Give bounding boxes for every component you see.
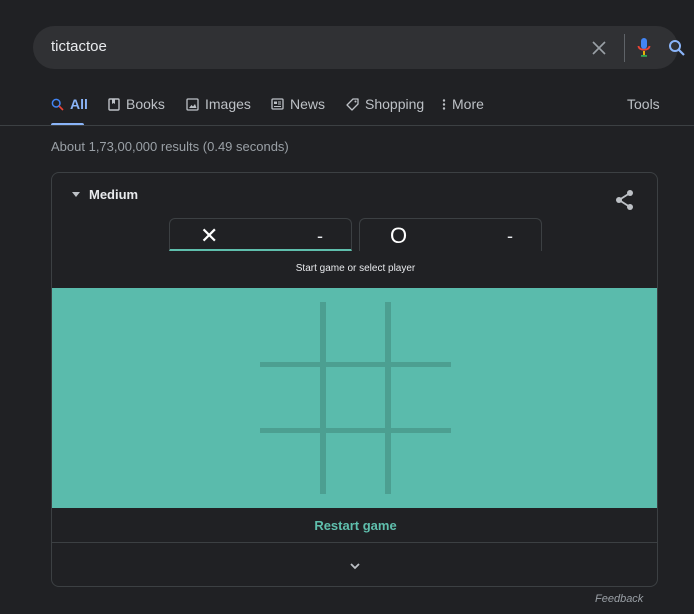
- tab-label: All: [70, 96, 88, 112]
- feedback-link[interactable]: Feedback: [595, 593, 643, 605]
- microphone-icon: [637, 38, 651, 57]
- tools-button[interactable]: Tools: [627, 96, 660, 112]
- search-icon: [669, 40, 685, 56]
- image-icon: [186, 97, 199, 111]
- chevron-down-icon: [350, 563, 360, 570]
- board-cell[interactable]: [326, 367, 385, 428]
- tab-all[interactable]: All: [51, 96, 88, 112]
- close-icon: [592, 41, 606, 55]
- tab-shopping[interactable]: Shopping: [346, 96, 424, 112]
- expand-button[interactable]: [345, 559, 365, 573]
- tab-books[interactable]: Books: [108, 96, 165, 112]
- search-tabs: All Books Images News Shopping More Tool…: [0, 92, 694, 126]
- share-icon: [616, 190, 633, 210]
- search-button[interactable]: [665, 36, 689, 60]
- player-x-button[interactable]: ✕ -: [169, 218, 352, 251]
- tabs-divider: [0, 125, 694, 126]
- tab-label: News: [290, 96, 326, 112]
- restart-game-button[interactable]: Restart game: [52, 508, 657, 542]
- search-input[interactable]: tictactoe: [51, 38, 107, 55]
- board-cell[interactable]: [391, 367, 451, 428]
- tab-news[interactable]: News: [271, 96, 325, 112]
- board-cell[interactable]: [260, 367, 320, 428]
- newspaper-icon: [271, 98, 284, 110]
- difficulty-label: Medium: [89, 187, 139, 202]
- search-icon: [51, 98, 64, 111]
- tab-label: Shopping: [365, 96, 425, 112]
- player-x-score: -: [317, 226, 323, 246]
- vertical-dots-icon: [442, 98, 446, 110]
- game-board[interactable]: [52, 288, 657, 508]
- caret-down-icon: [72, 192, 80, 197]
- board-cell[interactable]: [391, 302, 451, 362]
- game-status-text: Start game or select player: [295, 263, 416, 274]
- player-o-button[interactable]: O -: [359, 218, 542, 251]
- tab-images[interactable]: Images: [186, 96, 251, 112]
- player-x-mark: ✕: [200, 223, 219, 248]
- result-stats: About 1,73,00,000 results (0.49 seconds): [51, 139, 289, 154]
- board-cell[interactable]: [326, 433, 385, 494]
- difficulty-dropdown[interactable]: Medium: [72, 187, 138, 202]
- share-button[interactable]: [615, 189, 635, 211]
- tools-label: Tools: [627, 96, 660, 112]
- board-cell[interactable]: [391, 433, 451, 494]
- tag-icon: [346, 97, 359, 111]
- tab-more[interactable]: More: [442, 96, 484, 112]
- book-icon: [108, 97, 120, 111]
- clear-search-button[interactable]: [588, 37, 610, 59]
- voice-search-button[interactable]: [632, 35, 656, 61]
- tab-label: Images: [205, 96, 251, 112]
- search-bar-divider: [624, 34, 625, 62]
- card-divider: [52, 542, 657, 543]
- tab-label: Books: [126, 96, 165, 112]
- board-cell[interactable]: [260, 302, 320, 362]
- search-bar[interactable]: tictactoe: [33, 26, 685, 69]
- tab-label: More: [452, 96, 484, 112]
- player-o-mark: O: [390, 223, 408, 248]
- player-o-score: -: [507, 226, 513, 246]
- board-cell[interactable]: [326, 302, 385, 362]
- board-cell[interactable]: [260, 433, 320, 494]
- tictactoe-game-card: Medium ✕ - O - Start game or select play…: [51, 172, 658, 587]
